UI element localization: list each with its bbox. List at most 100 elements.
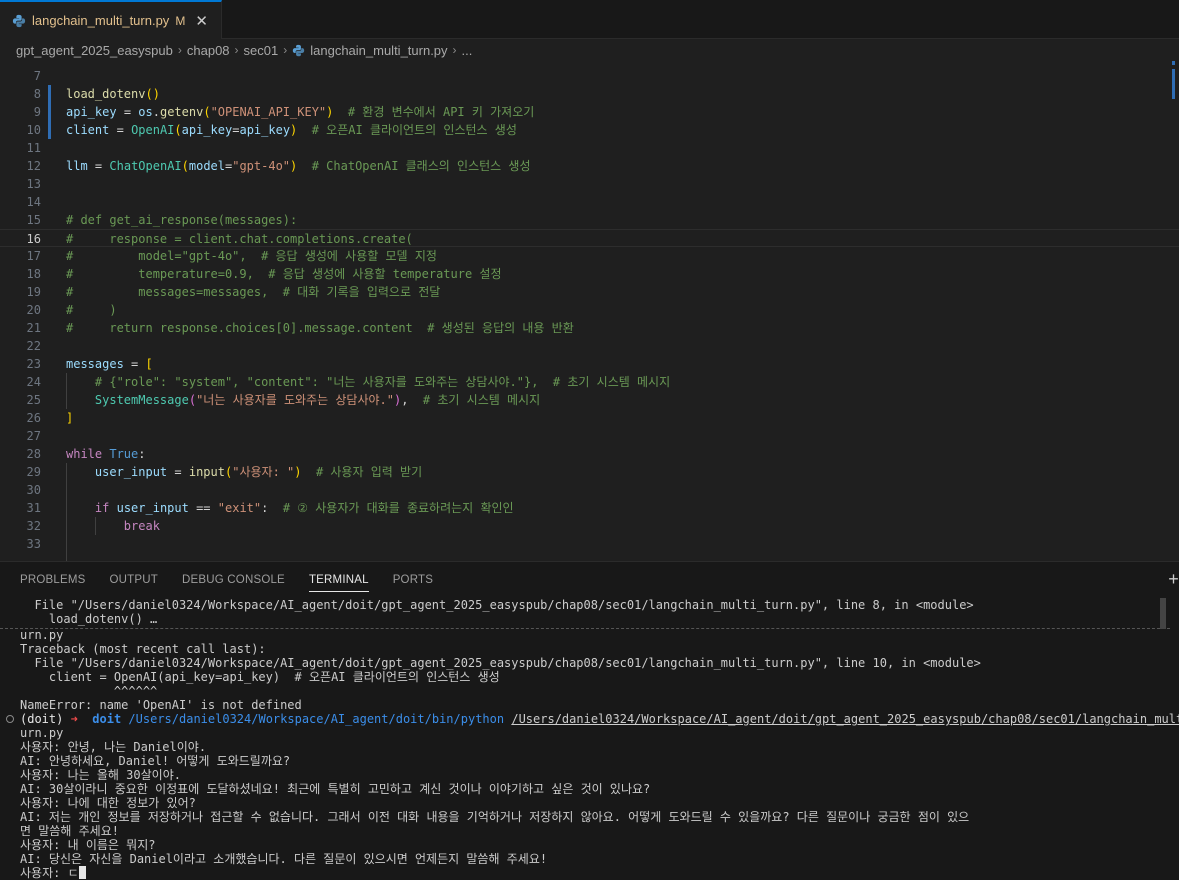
terminal-input-line[interactable]: 사용자: ㄷ [20,866,86,880]
code-text: messages = [ [66,357,153,371]
breadcrumb-item-project[interactable]: gpt_agent_2025_easyspub [16,43,173,58]
code-line[interactable]: 33 [0,535,1179,553]
code-text: break [123,519,160,533]
code-line[interactable]: 23 messages = [ [0,355,1179,373]
line-number: 11 [26,141,41,155]
editor-tab-bar: langchain_multi_turn.py M ✕ [0,0,1179,39]
terminal-line: AI: 당신은 자신을 Daniel이라고 소개했습니다. 다른 질문이 있으시… [20,852,548,866]
line-number: 20 [26,303,41,317]
code-line[interactable]: 19 # messages=messages, # 대화 기록을 입력으로 전달 [0,283,1179,301]
line-number: 23 [26,357,41,371]
line-number: 15 [26,213,41,227]
scrollbar-marker [1172,61,1175,65]
code-line[interactable]: 21 # return response.choices[0].message.c… [0,319,1179,337]
close-icon[interactable]: ✕ [195,12,208,30]
line-number: 12 [26,159,41,173]
line-number: 14 [26,195,41,209]
breadcrumb-item-file[interactable]: langchain_multi_turn.py [310,43,447,58]
code-line[interactable]: 13 [0,175,1179,193]
code-line-current[interactable]: 16 # response = client.chat.completions.c… [0,229,1179,247]
code-text: # def get_ai_response(messages): [66,213,298,227]
code-line[interactable]: 7 [0,67,1179,85]
code-line[interactable]: 30 [0,481,1179,499]
code-text: # {"role": "system", "content": "너는 사용자를… [94,375,671,389]
terminal-line: 사용자: 나는 올해 30살이야. [20,768,181,782]
code-line[interactable]: 32 break [0,517,1179,535]
script-path-link[interactable]: /Users/daniel0324/Workspace/AI_agent/doi… [511,712,1179,726]
git-change-marker[interactable] [48,85,51,103]
line-number: 18 [26,267,41,281]
panel-tab-bar: PROBLEMS OUTPUT DEBUG CONSOLE TERMINAL P… [0,562,1179,598]
code-line[interactable]: 27 [0,427,1179,445]
tab-ports[interactable]: PORTS [393,562,433,598]
tab-output[interactable]: OUTPUT [110,562,158,598]
code-line[interactable]: 15 # def get_ai_response(messages): [0,211,1179,229]
indent-guide [95,517,96,535]
line-number: 16 [26,232,41,246]
line-number: 32 [26,519,41,533]
code-editor[interactable]: 7 8 load_dotenv() 9 api_key = os.getenv("OPE… [0,61,1179,561]
terminal-input-text: 사용자: ㄷ [20,866,79,880]
code-line[interactable]: 18 # temperature=0.9, # 응답 생성에 사용할 temper… [0,265,1179,283]
code-text: user_input = input("사용자: ") # 사용자 입력 받기 [94,465,423,479]
terminal-line: 사용자: 안녕, 나는 Daniel이야. [20,740,207,754]
terminal-line: 면 말씀해 주세요! [20,824,119,838]
code-text: load_dotenv() [66,87,160,101]
code-line[interactable]: 31 if user_input == "exit": # ② 사용자가 대화를… [0,499,1179,517]
prompt-directory: doit [92,712,122,726]
line-number: 21 [26,321,41,335]
terminal-scrollbar[interactable] [1160,598,1166,629]
code-text: # return response.choices[0].message.con… [66,321,574,335]
tab-debug-console[interactable]: DEBUG CONSOLE [182,562,285,598]
code-line[interactable]: 26] [0,409,1179,427]
code-text: llm = ChatOpenAI(model="gpt-4o") # ChatO… [66,159,531,173]
git-change-marker[interactable] [48,103,51,121]
modified-badge: M [175,13,186,28]
code-line[interactable]: 24 # {"role": "system", "content": "너는 사… [0,373,1179,391]
code-line[interactable]: 12 llm = ChatOpenAI(model="gpt-4o") # Cha… [0,157,1179,175]
tab-terminal[interactable]: TERMINAL [308,562,369,598]
command-status-icon[interactable] [6,715,14,723]
code-line[interactable]: 14 [0,193,1179,211]
code-line[interactable]: 17 # model="gpt-4o", # 응답 생성에 사용할 모델 지정 [0,247,1179,265]
code-text: # temperature=0.9, # 응답 생성에 사용할 temperat… [66,267,502,281]
line-number: 25 [26,393,41,407]
code-line[interactable]: 10 client = OpenAI(api_key=api_key) # 오픈A… [0,121,1179,139]
code-text: # response = client.chat.completions.cre… [66,232,413,246]
breadcrumb-item-symbol[interactable]: ... [462,43,473,58]
line-number: 30 [26,483,41,497]
tab-langchain-multi-turn[interactable]: langchain_multi_turn.py M ✕ [0,0,222,39]
terminal-line: AI: 30살이라니 중요한 이정표에 도달하셨네요! 최근에 특별히 고민하고… [20,782,651,796]
line-number: 19 [26,285,41,299]
line-number: 26 [26,411,41,425]
breadcrumb-item-sec01[interactable]: sec01 [244,43,279,58]
breadcrumb-item-chap08[interactable]: chap08 [187,43,230,58]
code-line[interactable]: 8 load_dotenv() [0,85,1179,103]
line-number: 28 [26,447,41,461]
tab-problems[interactable]: PROBLEMS [20,562,86,598]
terminal-view[interactable]: File "/Users/daniel0324/Workspace/AI_age… [0,598,1179,880]
code-line[interactable]: 25 SystemMessage("너는 사용자를 도와주는 상담사야."), … [0,391,1179,409]
chevron-right-icon: › [283,43,288,57]
new-terminal-icon[interactable]: + [1168,569,1179,590]
code-line[interactable]: 9 api_key = os.getenv("OPENAI_API_KEY") #… [0,103,1179,121]
terminal-line: NameError: name 'OpenAI' is not defined [20,698,302,712]
code-text: while True: [66,447,146,461]
python-file-icon [293,44,305,56]
line-number: 13 [26,177,41,191]
code-line[interactable]: 20 # ) [0,301,1179,319]
git-change-marker[interactable] [48,121,51,139]
code-line[interactable]: 29 user_input = input("사용자: ") # 사용자 입력 … [0,463,1179,481]
code-line[interactable]: 22 [0,337,1179,355]
terminal-line: File "/Users/daniel0324/Workspace/AI_age… [20,598,974,612]
code-line[interactable]: 11 [0,139,1179,157]
code-text: # ) [66,303,117,317]
python-file-icon [12,14,26,27]
code-line[interactable]: 28 while True: [0,445,1179,463]
terminal-line: urn.py [20,726,64,740]
terminal-line: client = OpenAI(api_key=api_key) # 오픈AI … [20,670,500,684]
code-text: SystemMessage("너는 사용자를 도와주는 상담사야."), # 초… [94,393,541,407]
code-text: if user_input == "exit": # ② 사용자가 대화를 종료… [94,501,514,515]
line-number: 10 [26,123,41,137]
line-number: 29 [26,465,41,479]
